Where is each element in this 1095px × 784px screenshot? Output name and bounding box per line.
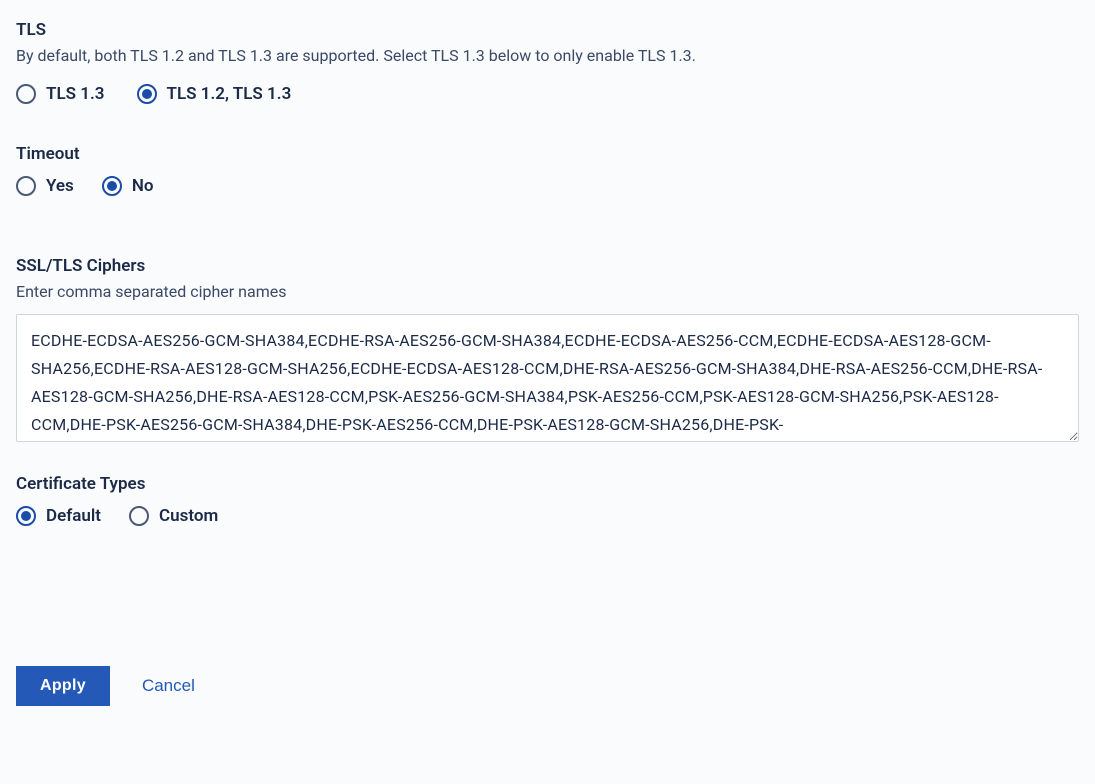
- ciphers-input[interactable]: ECDHE-ECDSA-AES256-GCM-SHA384,ECDHE-RSA-…: [16, 314, 1079, 442]
- tls-title: TLS: [16, 20, 1079, 40]
- cert-radio-group: Default Custom: [16, 506, 1079, 526]
- tls-radio-tls13[interactable]: TLS 1.3: [16, 84, 105, 104]
- apply-button[interactable]: Apply: [16, 666, 110, 706]
- tls-description: By default, both TLS 1.2 and TLS 1.3 are…: [16, 44, 1079, 68]
- cert-radio-default-label: Default: [46, 506, 101, 526]
- cert-section: Certificate Types Default Custom: [16, 474, 1079, 526]
- ciphers-description: Enter comma separated cipher names: [16, 280, 1079, 304]
- cancel-button[interactable]: Cancel: [142, 676, 195, 696]
- tls-radio-tls13-label: TLS 1.3: [46, 84, 105, 104]
- timeout-radio-no-label: No: [132, 176, 154, 196]
- tls-radio-group: TLS 1.3 TLS 1.2, TLS 1.3: [16, 84, 1079, 104]
- timeout-radio-yes[interactable]: Yes: [16, 176, 74, 196]
- radio-icon: [102, 176, 122, 196]
- radio-icon: [137, 84, 157, 104]
- timeout-radio-no[interactable]: No: [102, 176, 154, 196]
- tls-section: TLS By default, both TLS 1.2 and TLS 1.3…: [16, 20, 1079, 104]
- ciphers-section: SSL/TLS Ciphers Enter comma separated ci…: [16, 256, 1079, 446]
- tls-radio-tls1213[interactable]: TLS 1.2, TLS 1.3: [137, 84, 292, 104]
- radio-icon: [16, 176, 36, 196]
- cert-title: Certificate Types: [16, 474, 1079, 494]
- timeout-radio-yes-label: Yes: [46, 176, 74, 196]
- ciphers-title: SSL/TLS Ciphers: [16, 256, 1079, 276]
- radio-icon: [16, 506, 36, 526]
- timeout-section: Timeout Yes No: [16, 144, 1079, 196]
- radio-icon: [16, 84, 36, 104]
- radio-icon: [129, 506, 149, 526]
- tls-radio-tls1213-label: TLS 1.2, TLS 1.3: [167, 84, 292, 104]
- timeout-radio-group: Yes No: [16, 176, 1079, 196]
- cert-radio-default[interactable]: Default: [16, 506, 101, 526]
- timeout-title: Timeout: [16, 144, 1079, 164]
- footer-actions: Apply Cancel: [16, 666, 1079, 706]
- cert-radio-custom[interactable]: Custom: [129, 506, 218, 526]
- cert-radio-custom-label: Custom: [159, 506, 218, 526]
